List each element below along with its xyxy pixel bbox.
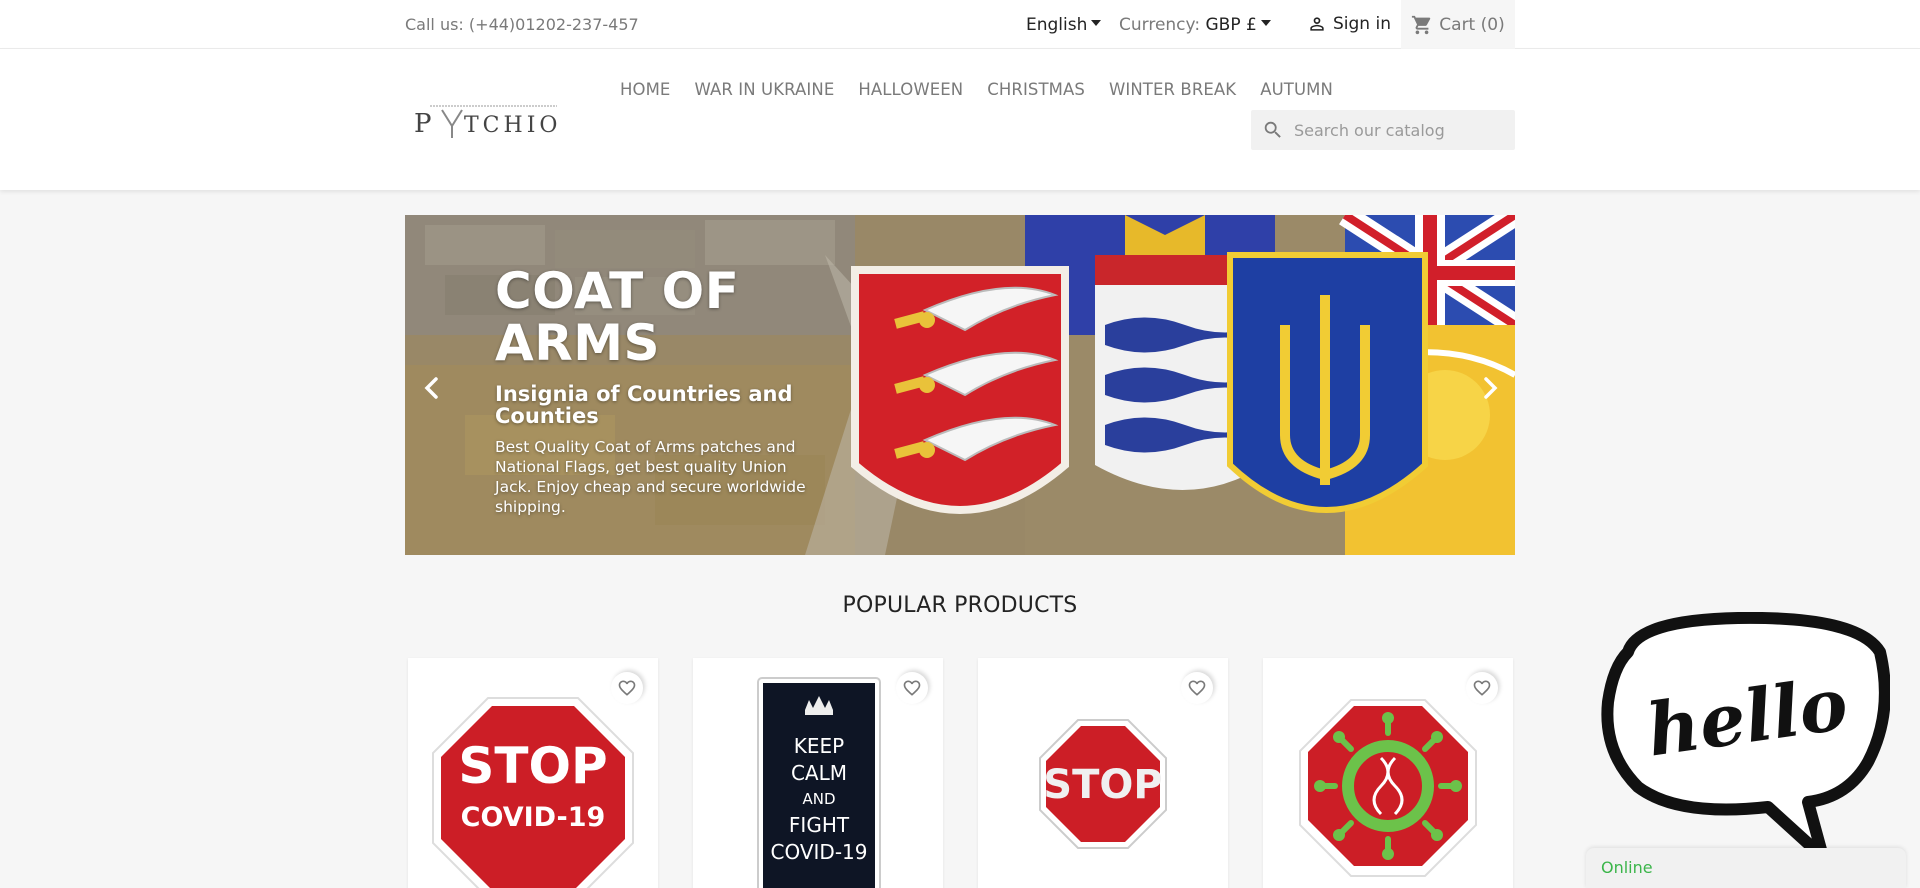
product-line: FIGHT xyxy=(789,813,850,837)
search-icon[interactable] xyxy=(1262,119,1284,141)
currency-value: GBP £ xyxy=(1205,15,1257,35)
phone-link[interactable]: (+44)01202-237-457 xyxy=(469,15,639,34)
favorite-button[interactable] xyxy=(611,672,643,704)
chevron-right-icon[interactable] xyxy=(1475,373,1505,403)
cart-label: Cart (0) xyxy=(1439,14,1505,35)
slide-title: COAT OF ARMS xyxy=(495,262,740,372)
chevron-left-icon[interactable] xyxy=(417,373,447,403)
slide-subtitle: Insignia of Countries and Counties xyxy=(495,382,793,428)
hero-slider[interactable]: COAT OF ARMS Insignia of Countries and C… xyxy=(405,215,1515,555)
shopping-cart-icon xyxy=(1412,15,1431,34)
product-line: COVID-19 xyxy=(770,840,867,864)
favorite-button[interactable] xyxy=(1466,672,1498,704)
heart-icon xyxy=(1473,680,1491,696)
product-line: STOP xyxy=(1043,762,1162,808)
nav-item-war-in-ukraine[interactable]: WAR IN UKRAINE xyxy=(682,80,846,99)
nav-item-winter-break[interactable]: WINTER BREAK xyxy=(1097,80,1248,99)
nav-item-christmas[interactable]: CHRISTMAS xyxy=(975,80,1097,99)
user-icon xyxy=(1310,17,1324,31)
product-card[interactable]: STOP xyxy=(978,658,1228,888)
currency-selector[interactable]: Currency: GBP £ xyxy=(1119,15,1271,35)
slide-caption: COAT OF ARMS Insignia of Countries and C… xyxy=(495,265,835,517)
search-input[interactable] xyxy=(1294,120,1494,140)
sign-in-link[interactable]: Sign in xyxy=(1307,14,1391,34)
product-line: KEEP xyxy=(794,734,844,758)
sign-in-label: Sign in xyxy=(1333,14,1391,34)
product-card[interactable] xyxy=(1263,658,1513,888)
favorite-button[interactable] xyxy=(896,672,928,704)
chat-hello-bubble[interactable]: hello xyxy=(1598,612,1890,862)
nav-item-home[interactable]: HOME xyxy=(620,80,682,99)
cart-button[interactable]: Cart (0) xyxy=(1401,0,1515,49)
call-label: Call us: xyxy=(405,15,464,34)
chat-status-bar[interactable]: Online xyxy=(1586,848,1906,888)
heart-icon xyxy=(1188,680,1206,696)
patchion-logo[interactable]: P TCHION xyxy=(412,94,560,142)
main-header: P TCHION HOME WAR IN UKRAINE HALLOWEEN C… xyxy=(0,49,1920,190)
svg-text:P: P xyxy=(414,109,436,139)
product-line: COVID-19 xyxy=(461,802,606,833)
top-bar: Call us: (+44)01202-237-457 English Curr… xyxy=(0,0,1920,49)
heart-icon xyxy=(903,680,921,696)
caret-down-icon xyxy=(1091,20,1102,26)
main-navigation: HOME WAR IN UKRAINE HALLOWEEN CHRISTMAS … xyxy=(620,80,1345,99)
nav-item-autumn[interactable]: AUTUMN xyxy=(1248,80,1345,99)
favorite-button[interactable] xyxy=(1181,672,1213,704)
nav-item-halloween[interactable]: HALLOWEEN xyxy=(846,80,975,99)
slide-description: Best Quality Coat of Arms patches and Na… xyxy=(495,438,806,516)
chat-status: Online xyxy=(1601,858,1653,877)
contact-info: Call us: (+44)01202-237-457 xyxy=(405,15,639,34)
currency-label: Currency: xyxy=(1119,15,1201,35)
product-card[interactable]: KEEP CALM AND FIGHT COVID-19 xyxy=(693,658,943,888)
product-line: AND xyxy=(802,790,835,808)
search-box xyxy=(1251,110,1515,150)
language-value: English xyxy=(1026,15,1088,35)
product-line: CALM xyxy=(791,761,847,785)
language-selector[interactable]: English xyxy=(1026,15,1102,35)
product-line: STOP xyxy=(458,737,607,795)
product-card[interactable]: STOP COVID-19 xyxy=(408,658,658,888)
caret-down-icon xyxy=(1260,20,1271,26)
heart-icon xyxy=(618,680,636,696)
logo-text: TCHION xyxy=(464,113,560,138)
